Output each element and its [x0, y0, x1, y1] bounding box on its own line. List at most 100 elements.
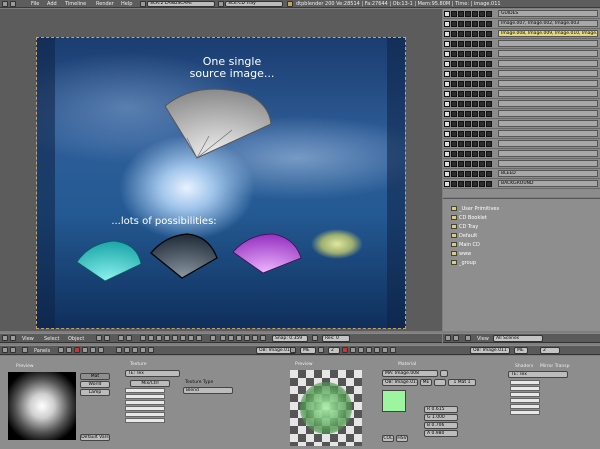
material-subcontext-icon[interactable]: [124, 347, 130, 353]
layer-toggle-icon[interactable]: [472, 161, 478, 167]
object-name-field-2[interactable]: OB: Image.011: [470, 347, 510, 354]
layer-toggle-icon[interactable]: [486, 121, 492, 127]
panels-menu[interactable]: Panels: [34, 348, 50, 354]
texture-channel-slot[interactable]: [510, 404, 540, 409]
layer-toggle-icon[interactable]: [472, 71, 478, 77]
layer-toggle-icon[interactable]: [458, 141, 464, 147]
layer-toggle-icon[interactable]: [458, 111, 464, 117]
layer-toggle-icon[interactable]: [465, 131, 471, 137]
outliner-row[interactable]: BACKGROUND: [443, 179, 600, 189]
layer-toggle-icon[interactable]: [472, 41, 478, 47]
eye-icon[interactable]: [444, 31, 450, 37]
layer-toggle-icon[interactable]: [465, 91, 471, 97]
scene-item[interactable]: CD Booklet: [451, 214, 487, 222]
layer-toggle-icon[interactable]: [465, 21, 471, 27]
menu-help[interactable]: Help: [121, 1, 132, 7]
outliner-row[interactable]: [443, 119, 600, 129]
layer-button-icon[interactable]: [172, 335, 178, 341]
outliner-row[interactable]: BLEED: [443, 169, 600, 179]
layer-button-icon[interactable]: [148, 335, 154, 341]
layer-toggle-icon[interactable]: [479, 81, 485, 87]
scene-item[interactable]: CD Tray: [451, 223, 478, 231]
layer-toggle-icon[interactable]: [472, 171, 478, 177]
layer-toggle-icon[interactable]: [486, 71, 492, 77]
layer-toggle-icon[interactable]: [465, 151, 471, 157]
layer-toggle-icon[interactable]: [451, 41, 457, 47]
layer-toggle-icon[interactable]: [479, 151, 485, 157]
layer-toggle-icon[interactable]: [486, 81, 492, 87]
default-vars-button[interactable]: Default Vars: [80, 434, 110, 441]
layer-toggle-icon[interactable]: [451, 161, 457, 167]
material-users-button[interactable]: [440, 370, 448, 377]
menu-view[interactable]: View: [477, 336, 489, 342]
layer-toggle-icon[interactable]: [486, 21, 492, 27]
layer-button-icon[interactable]: [156, 335, 162, 341]
layer-toggle-icon[interactable]: [458, 61, 464, 67]
pivot-icon[interactable]: [118, 335, 124, 341]
scene-item[interactable]: _group: [451, 259, 476, 267]
channel-slot[interactable]: [125, 388, 165, 393]
scene-item[interactable]: Default: [451, 232, 477, 240]
key-icon[interactable]: [366, 347, 372, 353]
world-button[interactable]: World: [80, 381, 110, 388]
layer-toggle-icon[interactable]: [472, 61, 478, 67]
layer-toggle-icon[interactable]: [465, 141, 471, 147]
key-icon[interactable]: [350, 347, 356, 353]
channel-slot[interactable]: [125, 400, 165, 405]
editor-type-icon[interactable]: [2, 1, 8, 7]
key-icon[interactable]: [390, 347, 396, 353]
scene-browse-icon[interactable]: [218, 1, 224, 7]
eye-icon[interactable]: [444, 71, 450, 77]
material-ob-button[interactable]: [434, 379, 446, 386]
logic-context-icon[interactable]: [58, 347, 64, 353]
col-button[interactable]: COL: [382, 435, 394, 442]
layer-toggle-icon[interactable]: [458, 91, 464, 97]
mat-button[interactable]: Mat: [80, 373, 110, 380]
shading-context-icon[interactable]: [74, 347, 80, 353]
layer-toggle-icon[interactable]: [465, 181, 471, 187]
layer-toggle-icon[interactable]: [486, 11, 492, 17]
layer-toggle-icon[interactable]: [451, 131, 457, 137]
outliner-row[interactable]: [443, 109, 600, 119]
key-icon[interactable]: [358, 347, 364, 353]
outliner-row[interactable]: [443, 59, 600, 69]
layer-toggle-icon[interactable]: [472, 31, 478, 37]
eye-icon[interactable]: [444, 171, 450, 177]
layer-toggle-icon[interactable]: [486, 171, 492, 177]
texture-subcontext-icon[interactable]: [132, 347, 138, 353]
layer-toggle-icon[interactable]: [451, 71, 457, 77]
resolution-field[interactable]: Res: 0: [322, 335, 350, 342]
layer-button-icon[interactable]: [188, 335, 194, 341]
outliner-row[interactable]: [443, 149, 600, 159]
layer-toggle-icon[interactable]: [458, 101, 464, 107]
channel-slot[interactable]: [125, 394, 165, 399]
outliner-row[interactable]: [443, 129, 600, 139]
layer-toggle-icon[interactable]: [472, 51, 478, 57]
menu-object[interactable]: Object: [68, 336, 84, 342]
eye-icon[interactable]: [444, 101, 450, 107]
layer-button-icon[interactable]: [140, 335, 146, 341]
eye-icon[interactable]: [444, 51, 450, 57]
menu-toggle-icon[interactable]: [465, 335, 471, 341]
layer-toggle-icon[interactable]: [479, 51, 485, 57]
proportional-edit-icon[interactable]: [220, 335, 226, 341]
layer-toggle-icon[interactable]: [486, 161, 492, 167]
play-icon[interactable]: [318, 347, 324, 353]
lock-icon[interactable]: [210, 335, 216, 341]
layer-toggle-icon[interactable]: [458, 171, 464, 177]
layer-button-icon[interactable]: [196, 335, 202, 341]
layer-toggle-icon[interactable]: [472, 181, 478, 187]
browse-icon[interactable]: [290, 347, 296, 353]
script-context-icon[interactable]: [66, 347, 72, 353]
eye-icon[interactable]: [444, 21, 450, 27]
layer-toggle-icon[interactable]: [472, 11, 478, 17]
layer-toggle-icon[interactable]: [458, 81, 464, 87]
layer-toggle-icon[interactable]: [458, 151, 464, 157]
menu-view[interactable]: View: [22, 336, 34, 342]
layer-toggle-icon[interactable]: [458, 51, 464, 57]
3d-viewport[interactable]: One single source image... ...lots of po…: [0, 9, 442, 331]
layer-toggle-icon[interactable]: [486, 151, 492, 157]
material-texture-field[interactable]: TE: Tex: [508, 371, 568, 378]
layer-button-icon[interactable]: [164, 335, 170, 341]
eye-icon[interactable]: [444, 11, 450, 17]
